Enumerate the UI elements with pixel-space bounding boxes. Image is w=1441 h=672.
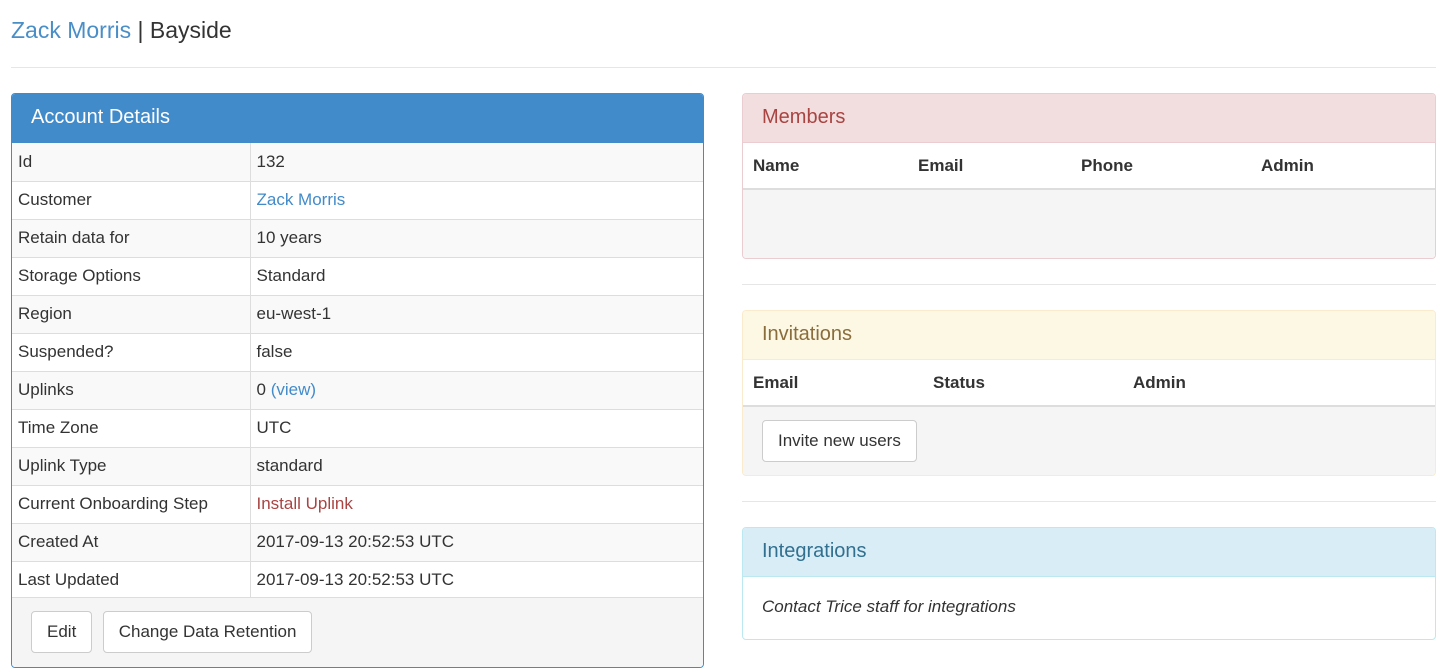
row-key-onboarding: Current Onboarding Step xyxy=(12,484,251,523)
edit-button[interactable]: Edit xyxy=(31,611,93,653)
table-row: Uplink Type standard xyxy=(12,446,703,485)
invite-new-users-button[interactable]: Invite new users xyxy=(762,420,917,462)
members-title: Members xyxy=(743,94,1435,143)
section-divider xyxy=(742,501,1436,502)
row-key-updated: Last Updated xyxy=(12,560,251,599)
account-details-table: Id 132 Customer Zack Morris Retain data … xyxy=(12,143,703,599)
row-value-uplinks: 0 xyxy=(256,380,266,399)
table-row: Time Zone UTC xyxy=(12,408,703,447)
table-row: Current Onboarding Step Install Uplink xyxy=(12,484,703,523)
row-value-suspended: false xyxy=(250,332,703,371)
table-row: Uplinks 0 (view) xyxy=(12,370,703,409)
invitations-footer: Invite new users xyxy=(743,407,1435,475)
members-col-phone: Phone xyxy=(1081,156,1133,175)
section-divider xyxy=(742,284,1436,285)
members-table-body xyxy=(743,190,1435,258)
integrations-title: Integrations xyxy=(743,528,1435,577)
members-col-admin: Admin xyxy=(1261,156,1314,175)
invitations-col-email: Email xyxy=(753,373,799,392)
table-row: Last Updated 2017-09-13 20:52:53 UTC xyxy=(12,560,703,599)
customer-link[interactable]: Zack Morris xyxy=(11,17,131,43)
row-value-created: 2017-09-13 20:52:53 UTC xyxy=(250,522,703,561)
integrations-panel: Integrations Contact Trice staff for int… xyxy=(742,527,1436,640)
integrations-message: Contact Trice staff for integrations xyxy=(762,597,1016,616)
table-row: Suspended? false xyxy=(12,332,703,371)
invitations-col-status: Status xyxy=(933,373,985,392)
row-value-storage: Standard xyxy=(250,256,703,295)
row-key-created: Created At xyxy=(12,522,251,561)
onboarding-step-value: Install Uplink xyxy=(256,494,353,513)
row-key-region: Region xyxy=(12,294,251,333)
invitations-title: Invitations xyxy=(743,311,1435,360)
row-key-storage: Storage Options xyxy=(12,256,251,295)
table-row: Created At 2017-09-13 20:52:53 UTC xyxy=(12,522,703,561)
row-key-suspended: Suspended? xyxy=(12,332,251,371)
row-value-region: eu-west-1 xyxy=(250,294,703,333)
invitations-panel: Invitations Email Status Admin Invite ne… xyxy=(742,310,1436,476)
invitations-col-admin: Admin xyxy=(1133,373,1186,392)
row-key-uplink-type: Uplink Type xyxy=(12,446,251,485)
account-name: Bayside xyxy=(149,17,232,43)
members-table-header: Name Email Phone Admin xyxy=(743,143,1435,190)
account-details-title: Account Details xyxy=(12,94,703,143)
account-details-panel: Account Details Id 132 Customer Zack Mor… xyxy=(11,93,704,668)
account-details-footer: Edit Change Data Retention xyxy=(12,597,703,667)
row-key-retain: Retain data for xyxy=(12,218,251,257)
members-col-email: Email xyxy=(918,156,964,175)
row-key-id: Id xyxy=(12,143,251,181)
page-title: Zack Morris | Bayside xyxy=(11,14,232,46)
table-row: Retain data for 10 years xyxy=(12,218,703,257)
change-data-retention-button[interactable]: Change Data Retention xyxy=(102,611,313,653)
table-row: Region eu-west-1 xyxy=(12,294,703,333)
table-row: Id 132 xyxy=(12,143,703,181)
row-key-uplinks: Uplinks xyxy=(12,370,251,409)
row-key-customer: Customer xyxy=(12,180,251,219)
row-value-updated: 2017-09-13 20:52:53 UTC xyxy=(250,560,703,599)
title-separator: | xyxy=(137,17,144,43)
row-value-uplink-type: standard xyxy=(250,446,703,485)
members-col-name: Name xyxy=(753,156,800,175)
header-divider xyxy=(11,67,1436,68)
row-value-timezone: UTC xyxy=(250,408,703,447)
row-value-retain: 10 years xyxy=(250,218,703,257)
customer-value-link[interactable]: Zack Morris xyxy=(257,190,346,209)
invitations-table-header: Email Status Admin xyxy=(743,360,1435,407)
table-row: Storage Options Standard xyxy=(12,256,703,295)
view-uplinks-link[interactable]: (view) xyxy=(271,380,316,399)
table-row: Customer Zack Morris xyxy=(12,180,703,219)
row-key-timezone: Time Zone xyxy=(12,408,251,447)
row-value-id: 132 xyxy=(250,143,703,181)
members-panel: Members Name Email Phone Admin xyxy=(742,93,1436,259)
